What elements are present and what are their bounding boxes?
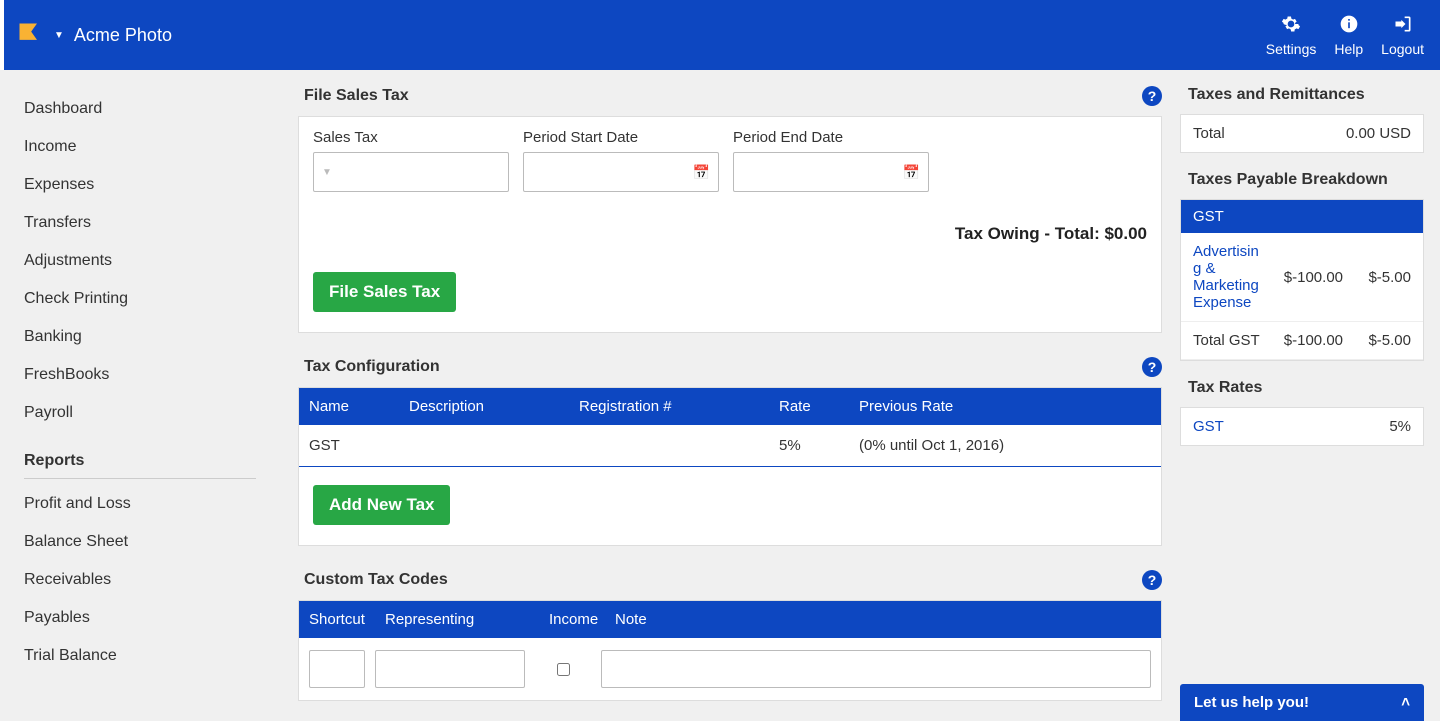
company-name[interactable]: Acme Photo: [74, 25, 172, 46]
col-registration: Registration #: [579, 398, 779, 415]
tax-rates-title: Tax Rates: [1180, 379, 1424, 397]
breakdown-row-total: Total GST $-100.00 $-5.00: [1181, 322, 1423, 360]
tax-configuration-title: Tax Configuration: [304, 358, 440, 376]
breakdown-total-v1: $-100.00: [1271, 332, 1343, 349]
info-icon: [1339, 14, 1359, 37]
chevron-down-icon: ▼: [322, 167, 332, 178]
period-start-input[interactable]: 📅: [523, 152, 719, 192]
col-representing: Representing: [385, 611, 549, 628]
cell-name: GST: [309, 437, 409, 454]
tax-config-row[interactable]: GST 5% (0% until Oct 1, 2016): [299, 425, 1161, 467]
cell-previous-rate: (0% until Oct 1, 2016): [859, 437, 1151, 454]
sidebar: Dashboard Income Expenses Transfers Adju…: [0, 70, 280, 721]
col-name: Name: [309, 398, 409, 415]
col-previous-rate: Previous Rate: [859, 398, 1151, 415]
breakdown-link[interactable]: Advertising & Marketing Expense: [1193, 243, 1263, 311]
sidebar-item-payables[interactable]: Payables: [24, 599, 268, 637]
chevron-up-icon: ˄: [1401, 694, 1410, 711]
tax-rate-value: 5%: [1389, 418, 1411, 435]
add-new-tax-button[interactable]: Add New Tax: [313, 485, 450, 525]
cell-rate: 5%: [779, 437, 859, 454]
help-bar-label: Let us help you!: [1194, 694, 1309, 711]
tax-rate-link[interactable]: GST: [1193, 418, 1224, 435]
breakdown-value-2: $-5.00: [1351, 269, 1411, 286]
company-switcher-caret-icon[interactable]: ▼: [54, 30, 64, 41]
file-sales-tax-button[interactable]: File Sales Tax: [313, 272, 456, 312]
representing-input[interactable]: [375, 650, 525, 688]
logout-icon: [1393, 14, 1413, 37]
gear-icon: [1281, 14, 1301, 37]
file-sales-tax-title: File Sales Tax: [304, 87, 409, 105]
custom-tax-codes-title: Custom Tax Codes: [304, 571, 448, 589]
sidebar-item-payroll[interactable]: Payroll: [24, 394, 268, 432]
help-label: Help: [1334, 41, 1363, 57]
sidebar-heading-reports: Reports: [24, 432, 256, 479]
note-input[interactable]: [601, 650, 1151, 688]
period-end-label: Period End Date: [733, 129, 929, 146]
col-rate: Rate: [779, 398, 859, 415]
sidebar-item-trial-balance[interactable]: Trial Balance: [24, 637, 268, 675]
help-icon[interactable]: ?: [1142, 86, 1162, 106]
sidebar-item-check-printing[interactable]: Check Printing: [24, 280, 268, 318]
breakdown-value-1: $-100.00: [1271, 269, 1343, 286]
taxes-remittances-title: Taxes and Remittances: [1180, 86, 1424, 104]
col-income: Income: [549, 611, 615, 628]
custom-tax-codes-header: Shortcut Representing Income Note: [299, 601, 1161, 638]
help-icon[interactable]: ?: [1142, 357, 1162, 377]
logout-label: Logout: [1381, 41, 1424, 57]
logout-button[interactable]: Logout: [1381, 14, 1424, 57]
col-shortcut: Shortcut: [309, 611, 385, 628]
total-value: 0.00 USD: [1346, 125, 1411, 142]
breakdown-total-v2: $-5.00: [1351, 332, 1411, 349]
breakdown-total-label: Total GST: [1193, 332, 1263, 349]
sidebar-item-profit-and-loss[interactable]: Profit and Loss: [24, 485, 268, 523]
calendar-icon: 📅: [903, 164, 920, 181]
col-note: Note: [615, 611, 1151, 628]
total-label: Total: [1193, 125, 1225, 142]
calendar-icon: 📅: [693, 164, 710, 181]
custom-tax-code-row: [299, 638, 1161, 700]
sidebar-item-expenses[interactable]: Expenses: [24, 166, 268, 204]
sidebar-item-freshbooks[interactable]: FreshBooks: [24, 356, 268, 394]
income-checkbox[interactable]: [557, 663, 570, 676]
period-start-label: Period Start Date: [523, 129, 719, 146]
sidebar-item-dashboard[interactable]: Dashboard: [24, 90, 268, 128]
taxes-payable-breakdown-title: Taxes Payable Breakdown: [1180, 171, 1424, 189]
help-button[interactable]: Help: [1334, 14, 1363, 57]
sidebar-item-adjustments[interactable]: Adjustments: [24, 242, 268, 280]
help-icon[interactable]: ?: [1142, 570, 1162, 590]
sales-tax-label: Sales Tax: [313, 129, 509, 146]
settings-button[interactable]: Settings: [1266, 14, 1317, 57]
breakdown-row: Advertising & Marketing Expense $-100.00…: [1181, 233, 1423, 322]
sidebar-item-balance-sheet[interactable]: Balance Sheet: [24, 523, 268, 561]
period-end-input[interactable]: 📅: [733, 152, 929, 192]
tax-owing-total: Tax Owing - Total: $0.00: [313, 224, 1147, 244]
help-bar[interactable]: Let us help you! ˄: [1180, 684, 1424, 721]
breakdown-group-header: GST: [1181, 200, 1423, 233]
shortcut-input[interactable]: [309, 650, 365, 688]
col-description: Description: [409, 398, 579, 415]
sidebar-item-transfers[interactable]: Transfers: [24, 204, 268, 242]
sidebar-item-banking[interactable]: Banking: [24, 318, 268, 356]
sales-tax-select[interactable]: ▼: [313, 152, 509, 192]
cell-registration: [579, 437, 779, 454]
sidebar-item-receivables[interactable]: Receivables: [24, 561, 268, 599]
cell-description: [409, 437, 579, 454]
sidebar-item-income[interactable]: Income: [24, 128, 268, 166]
tax-config-header: Name Description Registration # Rate Pre…: [299, 388, 1161, 425]
settings-label: Settings: [1266, 41, 1317, 57]
app-logo-icon: [16, 20, 44, 51]
